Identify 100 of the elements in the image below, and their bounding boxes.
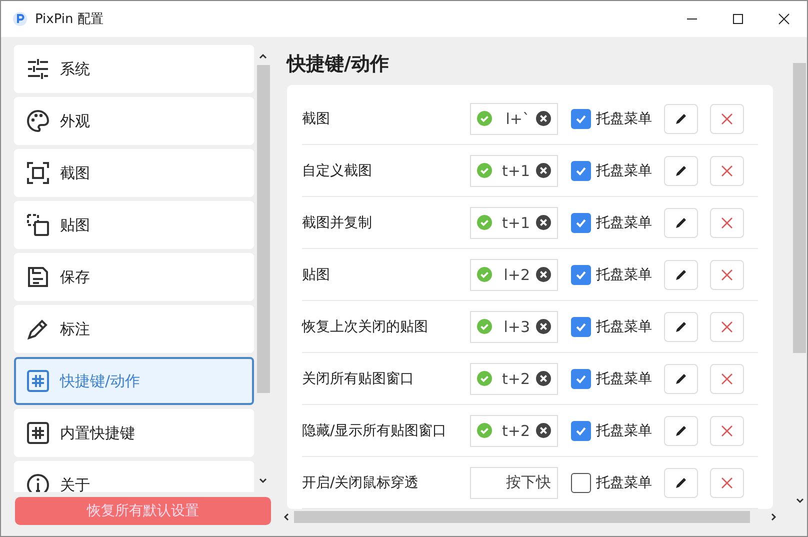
check-circle-icon [477,371,492,386]
action-label: 关闭所有贴图窗口 [302,370,415,388]
checkbox-label: 托盘菜单 [596,214,652,232]
delete-button[interactable] [710,208,744,238]
action-label: 截图并复制 [302,214,373,232]
sidebar-item[interactable]: 内置快捷键 [14,409,254,457]
pencil-icon [674,476,688,490]
check-circle-icon [477,319,492,334]
tray-menu-checkbox[interactable] [571,212,591,232]
save-icon [26,265,50,289]
check-circle-icon [477,163,492,178]
checkmark-icon [575,164,587,176]
sidebar-item[interactable]: 关于 [14,461,254,492]
clear-icon[interactable] [536,111,551,126]
scrollbar-thumb[interactable] [256,65,270,393]
sidebar-item[interactable]: 标注 [14,305,254,353]
scroll-right-icon[interactable] [769,512,779,522]
action-label: 开启/关闭鼠标穿透 [302,474,420,492]
delete-icon [720,372,734,386]
edit-button[interactable] [664,364,698,394]
delete-icon [720,424,734,438]
sidebar-item[interactable]: 截图 [14,149,254,197]
paste-icon [26,213,50,237]
clear-icon[interactable] [536,423,551,438]
tray-menu-checkbox[interactable] [571,264,591,284]
edit-button[interactable] [664,468,698,498]
pencil-icon [674,424,688,438]
delete-icon [720,216,734,230]
tray-menu-checkbox[interactable] [571,368,591,388]
sliders-icon [26,57,50,81]
clear-icon[interactable] [536,319,551,334]
checkmark-icon [575,372,587,384]
hotkey-field[interactable]: t+1 [470,154,558,186]
action-label: 贴图 [302,266,331,284]
delete-icon [720,476,734,490]
action-label: 截图 [302,110,331,128]
hotkey-field[interactable]: t+2 [470,414,558,446]
edit-button[interactable] [664,104,698,134]
clear-icon[interactable] [536,371,551,386]
scroll-down-icon[interactable] [794,496,804,506]
clear-icon[interactable] [536,267,551,282]
action-label: 隐藏/显示所有贴图窗口 [302,422,448,440]
app-logo-icon [13,12,27,26]
tray-menu-checkbox[interactable] [571,108,591,128]
checkbox-label: 托盘菜单 [596,266,652,284]
hotkey-field[interactable]: l+` [470,102,558,134]
info-icon [26,473,50,492]
sidebar-item[interactable]: 贴图 [14,201,254,249]
pencil-icon [674,320,688,334]
edit-button[interactable] [664,208,698,238]
checkbox-label: 托盘菜单 [596,110,652,128]
delete-button[interactable] [710,260,744,290]
edit-button[interactable] [664,312,698,342]
check-circle-icon [477,215,492,230]
delete-button[interactable] [710,468,744,498]
sidebar-item[interactable]: 快捷键/动作 [14,357,254,405]
scrollbar-thumb[interactable] [294,511,750,523]
checkmark-icon [575,320,587,332]
checkmark-icon [575,268,587,280]
hotkey-field[interactable]: l+3 [470,310,558,342]
hotkey-field[interactable]: l+2 [470,258,558,290]
hotkey-field[interactable]: 按下快 [470,466,558,498]
edit-button[interactable] [664,416,698,446]
delete-button[interactable] [710,104,744,134]
edit-button[interactable] [664,260,698,290]
delete-icon [720,164,734,178]
delete-icon [720,112,734,126]
edit-button[interactable] [664,156,698,186]
checkmark-icon [575,216,587,228]
clear-icon[interactable] [536,163,551,178]
checkbox-label: 托盘菜单 [596,318,652,336]
delete-button[interactable] [710,156,744,186]
checkbox-label: 托盘菜单 [596,370,652,388]
delete-icon [720,320,734,334]
hotkey-field[interactable]: t+2 [470,362,558,394]
checkmark-icon [575,112,587,124]
tray-menu-checkbox[interactable] [571,420,591,440]
delete-icon [720,268,734,282]
checkmark-icon [575,424,587,436]
hotkey-field[interactable]: t+1 [470,206,558,238]
window-title: PixPin 配置 [35,11,104,28]
scrollbar-thumb[interactable] [793,63,806,353]
palette-icon [26,109,50,133]
scroll-up-icon[interactable] [258,51,268,61]
sidebar-item[interactable]: 保存 [14,253,254,301]
section-heading: 快捷键/动作 [287,52,390,77]
hash-icon [26,421,50,445]
delete-button[interactable] [710,416,744,446]
delete-button[interactable] [710,364,744,394]
clear-icon[interactable] [536,215,551,230]
tray-menu-checkbox[interactable] [571,316,591,336]
tray-menu-checkbox[interactable] [571,160,591,180]
check-circle-icon [477,267,492,282]
action-label: 自定义截图 [302,162,373,180]
scroll-down-icon[interactable] [258,476,268,486]
tray-menu-checkbox[interactable] [571,472,591,492]
sidebar-item[interactable]: 外观 [14,97,254,145]
delete-button[interactable] [710,312,744,342]
sidebar-item[interactable]: 系统 [14,45,254,93]
scroll-left-icon[interactable] [281,512,291,522]
